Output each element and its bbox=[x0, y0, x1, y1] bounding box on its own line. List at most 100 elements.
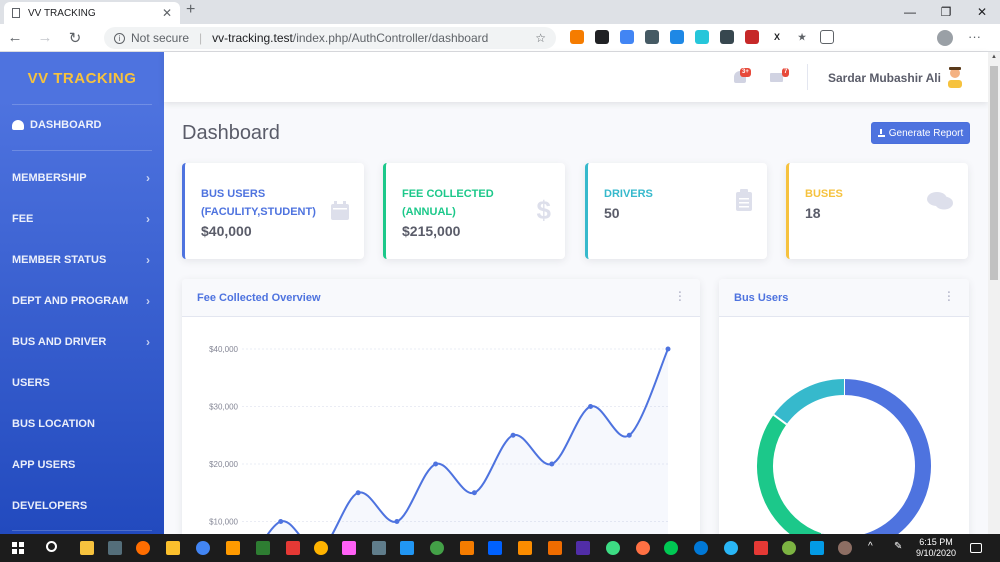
extension-icon[interactable] bbox=[695, 30, 709, 44]
scroll-up-icon[interactable]: ▲ bbox=[991, 54, 997, 60]
data-point[interactable] bbox=[588, 404, 594, 409]
app-icon[interactable] bbox=[636, 541, 650, 555]
chrome-icon[interactable] bbox=[196, 541, 210, 555]
more-menu-icon[interactable]: ··· bbox=[968, 29, 981, 44]
data-point[interactable] bbox=[626, 432, 632, 438]
sidebar-item-label: DEVELOPERS bbox=[12, 500, 88, 512]
data-point[interactable] bbox=[471, 490, 477, 496]
address-bar[interactable]: i Not secure | vv-tracking.test /index.p… bbox=[104, 27, 556, 49]
more-options-icon[interactable]: · · · bbox=[947, 288, 951, 307]
search-icon[interactable] bbox=[46, 541, 57, 552]
data-point[interactable] bbox=[433, 461, 439, 467]
sidebar-item-bus-and-driver[interactable]: BUS AND DRIVER › bbox=[0, 332, 164, 352]
app-icon[interactable] bbox=[664, 541, 678, 555]
minimize-button[interactable]: — bbox=[892, 0, 928, 24]
info-icon[interactable]: i bbox=[114, 32, 125, 44]
more-options-icon[interactable]: · · · bbox=[678, 288, 682, 307]
extension-icon[interactable] bbox=[670, 30, 684, 44]
buses-card: BUSES 18 bbox=[786, 163, 968, 259]
page-scrollbar[interactable]: ▲ bbox=[988, 52, 1000, 534]
app-icon[interactable] bbox=[576, 541, 590, 555]
sidebar-item-app-users[interactable]: APP USERS bbox=[0, 455, 164, 475]
vscode-icon[interactable] bbox=[400, 541, 414, 555]
back-icon[interactable]: ← bbox=[0, 29, 30, 46]
sidebar-item-dept-and-program[interactable]: DEPT AND PROGRAM › bbox=[0, 291, 164, 311]
close-window-button[interactable]: ✕ bbox=[964, 0, 1000, 24]
doughnut-slice[interactable] bbox=[757, 414, 823, 539]
maximize-button[interactable]: ❐ bbox=[928, 0, 964, 24]
pen-icon[interactable]: ✎ bbox=[894, 541, 908, 555]
notifications-icon[interactable] bbox=[970, 543, 982, 553]
close-tab-icon[interactable]: ✕ bbox=[162, 6, 172, 20]
translate-icon[interactable] bbox=[620, 30, 634, 44]
app-icon[interactable] bbox=[810, 541, 824, 555]
avatar[interactable] bbox=[946, 66, 964, 88]
extension-icon[interactable] bbox=[570, 30, 584, 44]
extension-icon[interactable] bbox=[745, 30, 759, 44]
extension-icon[interactable] bbox=[645, 30, 659, 44]
extension-icon[interactable] bbox=[720, 30, 734, 44]
not-secure-label[interactable]: Not secure bbox=[131, 31, 189, 45]
data-point[interactable] bbox=[510, 432, 516, 438]
acrobat-icon[interactable] bbox=[286, 541, 300, 555]
illustrator-icon[interactable] bbox=[226, 541, 240, 555]
sublime-icon[interactable] bbox=[460, 541, 474, 555]
page-icon bbox=[12, 8, 20, 18]
windows-start-icon[interactable] bbox=[12, 542, 24, 554]
app-icon[interactable] bbox=[166, 541, 180, 555]
sidebar: VV TRACKING DASHBOARD MEMBERSHIP › FEE ›… bbox=[0, 52, 164, 534]
android-icon[interactable] bbox=[606, 541, 620, 555]
sidebar-item-developers[interactable]: DEVELOPERS bbox=[0, 496, 164, 516]
dropbox-icon[interactable] bbox=[488, 541, 502, 555]
collections-icon[interactable] bbox=[820, 30, 834, 44]
favorites-icon[interactable]: ★ bbox=[795, 30, 809, 44]
topbar: 3+ 7 Sardar Mubashir Ali bbox=[164, 52, 988, 102]
system-clock[interactable]: 6:15 PM 9/10/2020 bbox=[916, 537, 956, 559]
new-tab-button[interactable]: + bbox=[186, 1, 195, 19]
reload-icon[interactable]: ↻ bbox=[60, 29, 90, 47]
xampp-icon[interactable] bbox=[518, 541, 532, 555]
app-icon[interactable] bbox=[430, 541, 444, 555]
extension-icon[interactable] bbox=[595, 30, 609, 44]
sidebar-item-users[interactable]: USERS bbox=[0, 373, 164, 393]
xd-icon[interactable] bbox=[342, 541, 356, 555]
telegram-icon[interactable] bbox=[724, 541, 738, 555]
brand-logo[interactable]: VV TRACKING bbox=[0, 52, 164, 104]
doughnut-slice[interactable] bbox=[773, 379, 845, 425]
app-icon[interactable] bbox=[754, 541, 768, 555]
dollar-icon: $ bbox=[536, 195, 551, 225]
sidebar-divider bbox=[12, 530, 152, 531]
file-explorer-icon[interactable] bbox=[80, 541, 94, 555]
app-icon[interactable] bbox=[838, 541, 852, 555]
data-point[interactable] bbox=[549, 461, 555, 467]
browser-tab[interactable]: VV TRACKING ✕ bbox=[4, 2, 180, 24]
clock-date: 9/10/2020 bbox=[916, 548, 957, 558]
edge-icon[interactable] bbox=[694, 541, 708, 555]
scrollbar-thumb[interactable] bbox=[990, 66, 998, 280]
bookmark-star-icon[interactable]: ☆ bbox=[535, 31, 546, 45]
sidebar-item-member-status[interactable]: MEMBER STATUS › bbox=[0, 250, 164, 270]
user-name[interactable]: Sardar Mubashir Ali bbox=[828, 71, 941, 85]
data-point[interactable] bbox=[665, 346, 671, 352]
app-icon[interactable] bbox=[782, 541, 796, 555]
profile-avatar[interactable] bbox=[937, 30, 953, 46]
chevron-up-icon[interactable]: ^ bbox=[868, 541, 882, 555]
app-icon[interactable] bbox=[372, 541, 386, 555]
sidebar-item-dashboard[interactable]: DASHBOARD bbox=[0, 115, 164, 135]
app-icon[interactable] bbox=[314, 541, 328, 555]
forward-icon[interactable]: → bbox=[30, 29, 60, 46]
data-point[interactable] bbox=[355, 490, 361, 496]
firefox-icon[interactable] bbox=[136, 541, 150, 555]
doughnut-slice[interactable] bbox=[820, 379, 931, 539]
topbar-divider bbox=[807, 64, 808, 90]
sidebar-item-bus-location[interactable]: BUS LOCATION bbox=[0, 414, 164, 434]
data-point[interactable] bbox=[278, 519, 284, 524]
generate-report-button[interactable]: Generate Report bbox=[871, 122, 970, 144]
app-icon[interactable] bbox=[256, 541, 270, 555]
data-point[interactable] bbox=[394, 519, 400, 524]
app-icon[interactable] bbox=[548, 541, 562, 555]
sidebar-item-membership[interactable]: MEMBERSHIP › bbox=[0, 168, 164, 188]
x-icon[interactable]: X bbox=[770, 30, 784, 44]
app-icon[interactable] bbox=[108, 541, 122, 555]
sidebar-item-fee[interactable]: FEE › bbox=[0, 209, 164, 229]
